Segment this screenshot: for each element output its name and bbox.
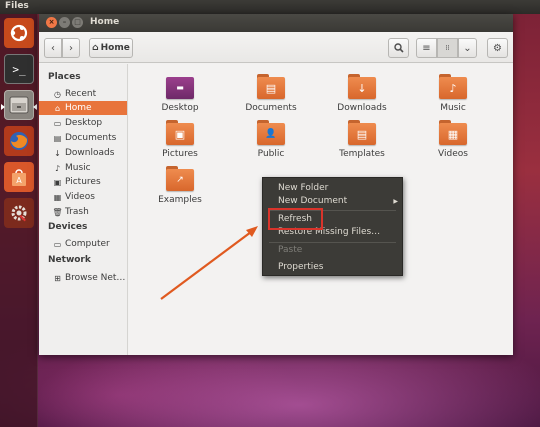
menu-item-properties[interactable]: Properties	[263, 261, 402, 274]
menu-item-label: New Folder	[278, 183, 329, 193]
menu-item-label: Paste	[278, 245, 303, 255]
menu-separator	[269, 242, 396, 243]
menu-item-label: New Document	[278, 196, 348, 206]
menu-item-label: Properties	[278, 262, 324, 272]
menu-item-paste: Paste	[263, 244, 402, 257]
menu-item-new-folder[interactable]: New Folder	[263, 182, 402, 195]
submenu-arrow-icon: ▶	[393, 198, 398, 205]
menu-item-new-document[interactable]: New Document ▶	[263, 195, 402, 208]
refresh-highlight-box	[268, 208, 323, 230]
